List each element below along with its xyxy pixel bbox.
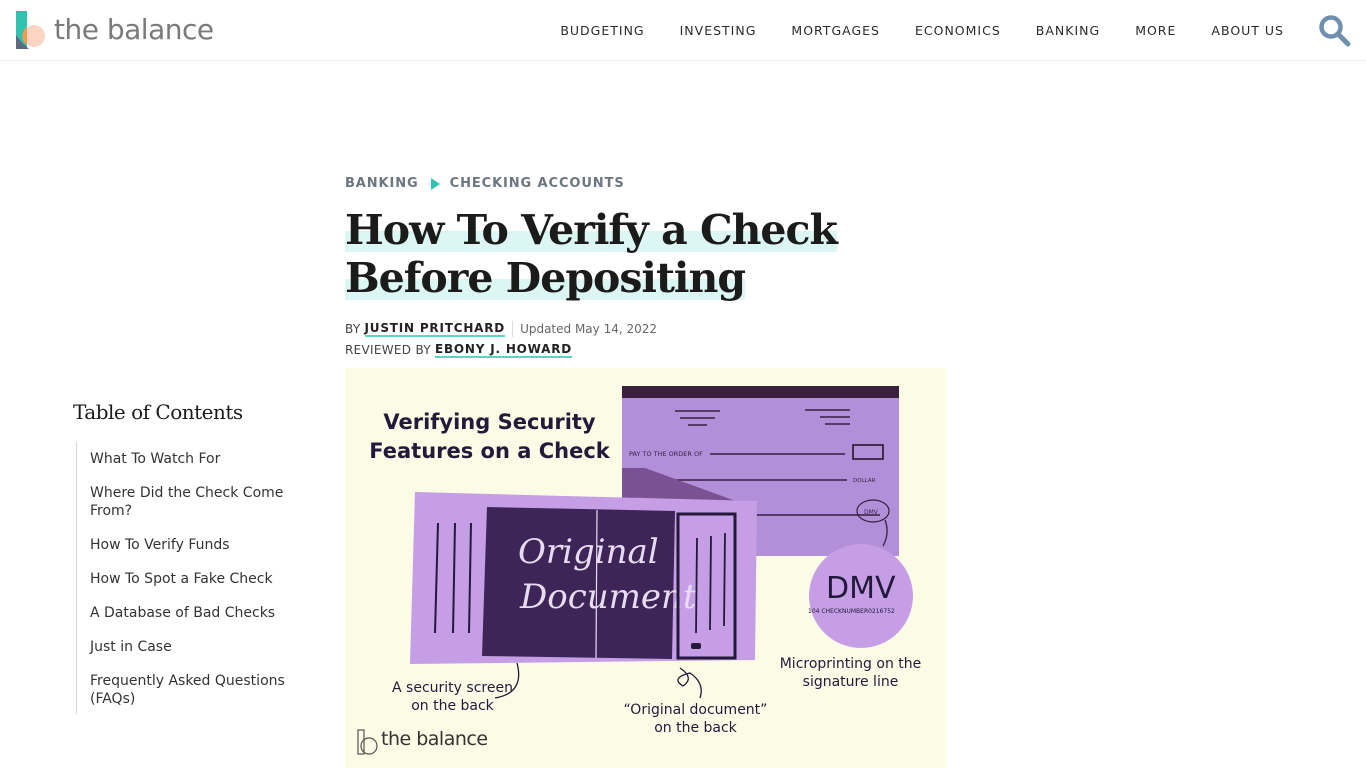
breadcrumb: BANKING CHECKING ACCOUNTS (345, 176, 625, 191)
figure-watermark: the balance (357, 728, 488, 750)
pay-to-label: PAY TO THE ORDER OF (629, 450, 703, 458)
toc-item[interactable]: What To Watch For (90, 450, 290, 468)
nav-investing[interactable]: INVESTING (680, 23, 757, 38)
document-script-text: Document (519, 577, 697, 617)
article-figure[interactable]: PAY TO THE ORDER OF DOLLAR DMV Original … (345, 368, 946, 768)
breadcrumb-arrow-icon (430, 177, 440, 190)
signature-micro-text: DMV (864, 509, 879, 516)
toc-item[interactable]: Where Did the Check Come From? (90, 484, 290, 520)
breadcrumb-checking-accounts[interactable]: CHECKING ACCOUNTS (450, 176, 625, 191)
nav-mortgages[interactable]: MORTGAGES (791, 23, 880, 38)
site-header: the balance BUDGETING INVESTING MORTGAGE… (0, 0, 1366, 61)
toc-item[interactable]: A Database of Bad Checks (90, 604, 290, 622)
byline: BY JUSTIN PRITCHARD Updated May 14, 2022… (345, 320, 657, 362)
toc-title: Table of Contents (73, 400, 243, 424)
reviewer-link[interactable]: EBONY J. HOWARD (434, 342, 573, 358)
caption-original-document: “Original document” on the back (623, 702, 768, 736)
toc-list: What To Watch For Where Did the Check Co… (76, 442, 313, 714)
toc-item[interactable]: Frequently Asked Questions (FAQs) (90, 672, 290, 708)
figure-heading: Verifying Security Features on a Check (369, 410, 610, 463)
check-back: Original Document (410, 492, 757, 699)
dmv-big-text: DMV (826, 571, 896, 606)
updated-date: Updated May 14, 2022 (520, 322, 658, 336)
toc-item[interactable]: Just in Case (90, 638, 290, 656)
micro-text: 104 CHECKNUMBER0216752 (808, 608, 895, 615)
the-balance-logo-icon (16, 11, 46, 49)
main-nav: BUDGETING INVESTING MORTGAGES ECONOMICS … (525, 0, 1284, 61)
search-button[interactable] (1318, 14, 1352, 48)
original-script-text: Original (518, 532, 659, 572)
caption-security-screen: A security screen on the back (392, 680, 513, 714)
byline-divider (512, 321, 514, 337)
by-label: BY (345, 322, 361, 336)
microprint-zoom-circle: DMV 104 CHECKNUMBER0216752 (808, 544, 913, 648)
nav-economics[interactable]: ECONOMICS (915, 23, 1001, 38)
nav-more[interactable]: MORE (1135, 23, 1176, 38)
article-title: How To Verify a Check Before Depositing (345, 206, 965, 302)
toc-item[interactable]: How To Verify Funds (90, 536, 290, 554)
breadcrumb-banking[interactable]: BANKING (345, 176, 419, 191)
search-icon (1319, 15, 1351, 47)
toc-item[interactable]: How To Spot a Fake Check (90, 570, 290, 588)
nav-about-us[interactable]: ABOUT US (1211, 23, 1284, 38)
caption-microprinting: Microprinting on the signature line (779, 656, 922, 690)
dollar-label: DOLLAR (853, 478, 876, 484)
logo-text: the balance (54, 13, 214, 46)
nav-banking[interactable]: BANKING (1036, 23, 1100, 38)
reviewed-by-label: REVIEWED BY (345, 343, 431, 357)
author-link[interactable]: JUSTIN PRITCHARD (364, 321, 506, 337)
site-logo[interactable]: the balance (16, 11, 214, 49)
article-title-text: How To Verify a Check Before Depositing (345, 206, 838, 302)
table-of-contents: Table of Contents What To Watch For Wher… (73, 400, 313, 714)
nav-budgeting[interactable]: BUDGETING (560, 23, 644, 38)
watermark-text: the balance (381, 728, 488, 750)
